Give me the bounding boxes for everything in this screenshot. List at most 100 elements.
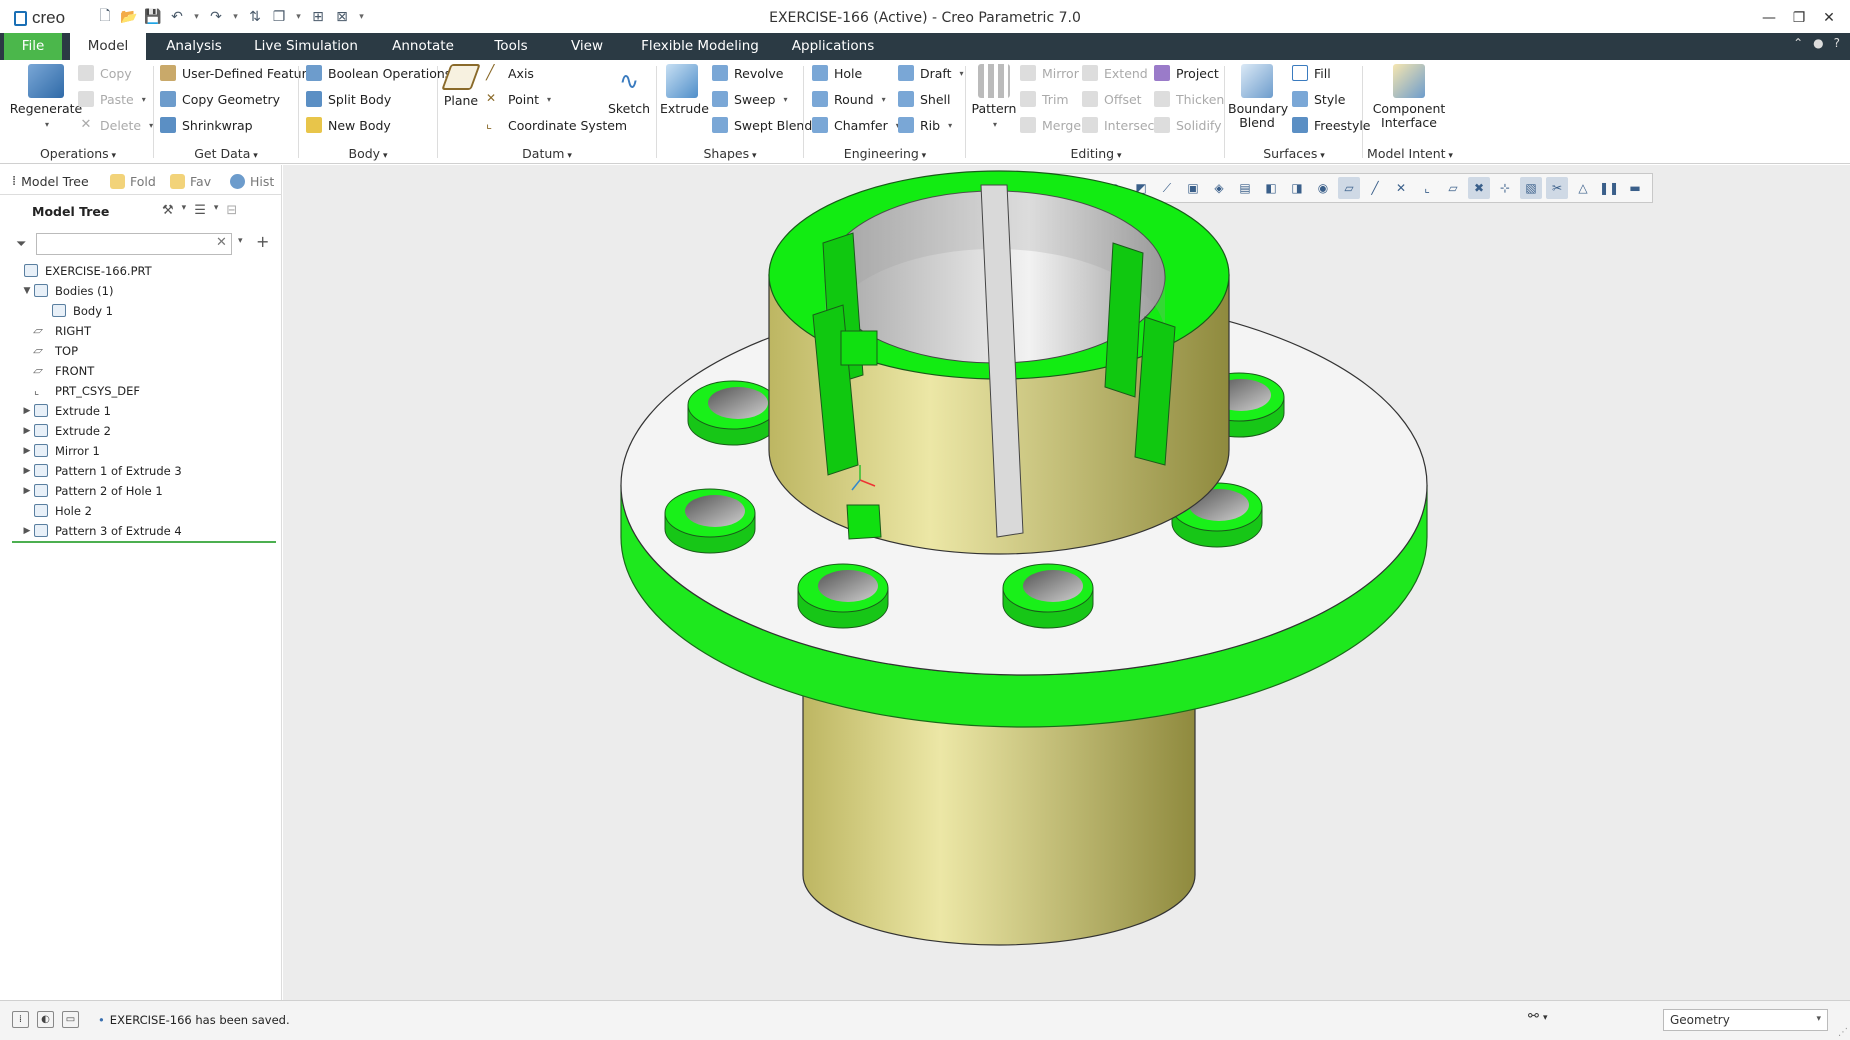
thicken-button[interactable]: Thicken	[1154, 88, 1224, 110]
expand-icon[interactable]: ▶	[20, 426, 34, 436]
settings-dropdown-icon[interactable]: ▾	[182, 203, 187, 218]
expand-icon[interactable]: ▶	[20, 446, 34, 456]
tree-item[interactable]: ▶ Pattern 2 of Hole 1	[20, 481, 163, 500]
graphics-viewport[interactable]: ⊡ ⊕ ⊖ ◩ ⟋ ▣ ◈ ▤ ◧ ◨ ◉ ▱ ╱ ✕ ⌞ ▱ ✖ ⊹ ▧ ✂ …	[283, 165, 1850, 1000]
sweep-button[interactable]: Sweep ▾	[712, 88, 788, 110]
extend-button[interactable]: Extend	[1082, 62, 1148, 84]
windows-dropdown-icon[interactable]: ▾	[294, 8, 303, 26]
body-group-label[interactable]: Body	[300, 146, 436, 161]
merge-button[interactable]: Merge	[1020, 114, 1081, 136]
shrinkwrap-button[interactable]: Shrinkwrap	[160, 114, 253, 136]
tree-item[interactable]: ▱ TOP	[20, 341, 78, 360]
tree-filter-icon[interactable]: ⊟	[226, 203, 237, 218]
selection-filter-select[interactable]: Geometry ▾	[1663, 1009, 1828, 1031]
minimize-ribbon-icon[interactable]: ⌃	[1793, 36, 1803, 50]
surfaces-group-label[interactable]: Surfaces	[1226, 146, 1362, 161]
tab-annotate[interactable]: Annotate	[384, 33, 462, 60]
get-data-group-label[interactable]: Get Data	[156, 146, 296, 161]
shapes-group-label[interactable]: Shapes	[658, 146, 802, 161]
regenerate-icon[interactable]: ⇅	[246, 8, 264, 26]
help-icon[interactable]: ?	[1834, 36, 1840, 50]
tree-item[interactable]: ▶ Extrude 2	[20, 421, 111, 440]
swept-blend-button[interactable]: Swept Blend	[712, 114, 812, 136]
tab-applications[interactable]: Applications	[790, 33, 876, 60]
shell-button[interactable]: Shell	[898, 88, 951, 110]
round-button[interactable]: Round ▾	[812, 88, 886, 110]
minimize-icon[interactable]: —	[1756, 6, 1782, 30]
chamfer-button[interactable]: Chamfer▾	[812, 114, 900, 136]
plane-button[interactable]: Plane	[440, 64, 482, 108]
axis-button[interactable]: ╱ Axis	[486, 62, 534, 84]
expand-icon[interactable]: ▶	[20, 466, 34, 476]
tree-item[interactable]: ▶ Pattern 1 of Extrude 3	[20, 461, 182, 480]
redo-icon[interactable]: ↷	[207, 8, 225, 26]
tab-tools[interactable]: Tools	[484, 33, 538, 60]
redo-dropdown-icon[interactable]: ▾	[231, 8, 240, 26]
tab-model[interactable]: Model	[70, 33, 146, 60]
datum-group-label[interactable]: Datum	[438, 146, 656, 161]
tab-history[interactable]: Hist	[230, 171, 274, 191]
new-body-button[interactable]: New Body	[306, 114, 391, 136]
tree-item[interactable]: ▱ RIGHT	[20, 321, 91, 340]
browser-icon[interactable]: ◐	[37, 1011, 54, 1028]
tree-item[interactable]: ▶ Mirror 1	[20, 441, 100, 460]
hole-button[interactable]: Hole	[812, 62, 862, 84]
add-icon[interactable]: +	[256, 232, 269, 251]
boolean-operations-button[interactable]: Boolean Operations	[306, 62, 451, 84]
tab-folder-browser[interactable]: Fold	[110, 171, 156, 191]
trim-button[interactable]: Trim	[1020, 88, 1069, 110]
tree-item[interactable]: Hole 2	[20, 501, 92, 520]
clear-search-icon[interactable]: ✕	[216, 235, 227, 250]
model-intent-group-label[interactable]: Model Intent	[1364, 146, 1456, 161]
tab-live-simulation[interactable]: Live Simulation	[250, 33, 362, 60]
tab-file[interactable]: File	[4, 33, 62, 60]
regenerate-button[interactable]: Regenerate ▾	[8, 64, 84, 132]
undo-dropdown-icon[interactable]: ▾	[192, 8, 201, 26]
close-icon[interactable]: ✕	[1816, 6, 1842, 30]
expand-icon[interactable]: ▶	[20, 406, 34, 416]
tab-flexible-modeling[interactable]: Flexible Modeling	[640, 33, 760, 60]
tree-item[interactable]: ▱ FRONT	[20, 361, 95, 380]
undo-icon[interactable]: ↶	[168, 8, 186, 26]
close-window-icon[interactable]: ⊠	[333, 8, 351, 26]
search-input[interactable]	[36, 233, 232, 255]
find-dropdown-icon[interactable]: ▾	[1543, 1013, 1548, 1023]
extrude-button[interactable]: Extrude	[660, 64, 709, 116]
save-icon[interactable]: 💾	[144, 8, 162, 26]
open-file-icon[interactable]: 📂	[120, 8, 138, 26]
tab-analysis[interactable]: Analysis	[156, 33, 232, 60]
copy-button[interactable]: Copy	[78, 62, 132, 84]
intersect-button[interactable]: Intersect	[1082, 114, 1159, 136]
toggle-navigator-icon[interactable]: ⁞	[12, 1011, 29, 1028]
mirror-button[interactable]: Mirror	[1020, 62, 1079, 84]
expand-icon[interactable]: ▼	[20, 286, 34, 296]
tab-model-tree[interactable]: ⁞ Model Tree	[12, 171, 89, 191]
paste-button[interactable]: Paste ▾	[78, 88, 146, 110]
delete-button[interactable]: ✕ Delete ▾	[78, 114, 154, 136]
project-button[interactable]: Project	[1154, 62, 1219, 84]
show-dropdown-icon[interactable]: ▾	[214, 203, 219, 218]
customize-qat-icon[interactable]: ▾	[357, 8, 366, 26]
tree-item[interactable]: ▶ Pattern 3 of Extrude 4	[20, 521, 182, 540]
editing-group-label[interactable]: Editing	[968, 146, 1224, 161]
tree-item[interactable]: ⌞ PRT_CSYS_DEF	[20, 381, 140, 400]
sketch-button[interactable]: ∿ Sketch	[606, 64, 652, 116]
3d-model[interactable]	[283, 165, 1850, 1000]
copy-geometry-button[interactable]: Copy Geometry	[160, 88, 280, 110]
component-interface-button[interactable]: Component Interface	[1366, 64, 1452, 130]
regenerate-dropdown-icon[interactable]: ▾	[45, 120, 49, 129]
solidify-button[interactable]: Solidify	[1154, 114, 1222, 136]
windows-icon[interactable]: ❐	[270, 8, 288, 26]
resize-grip-icon[interactable]: ⋰	[1838, 1027, 1848, 1038]
coordinate-system-button[interactable]: ⌞ Coordinate System	[486, 114, 627, 136]
settings-icon[interactable]: ⚒	[162, 203, 174, 218]
find-button[interactable]: ⚯ ▾	[1528, 1009, 1570, 1031]
full-screen-icon[interactable]: ▭	[62, 1011, 79, 1028]
maximize-icon[interactable]: ❐	[1786, 6, 1812, 30]
user-defined-feature-button[interactable]: User-Defined Feature	[160, 62, 314, 84]
filter-icon[interactable]: ⏷	[16, 237, 26, 252]
insert-indicator[interactable]	[12, 541, 276, 543]
tab-view[interactable]: View	[562, 33, 612, 60]
revolve-button[interactable]: Revolve	[712, 62, 783, 84]
user-icon[interactable]: ●	[1813, 36, 1823, 50]
